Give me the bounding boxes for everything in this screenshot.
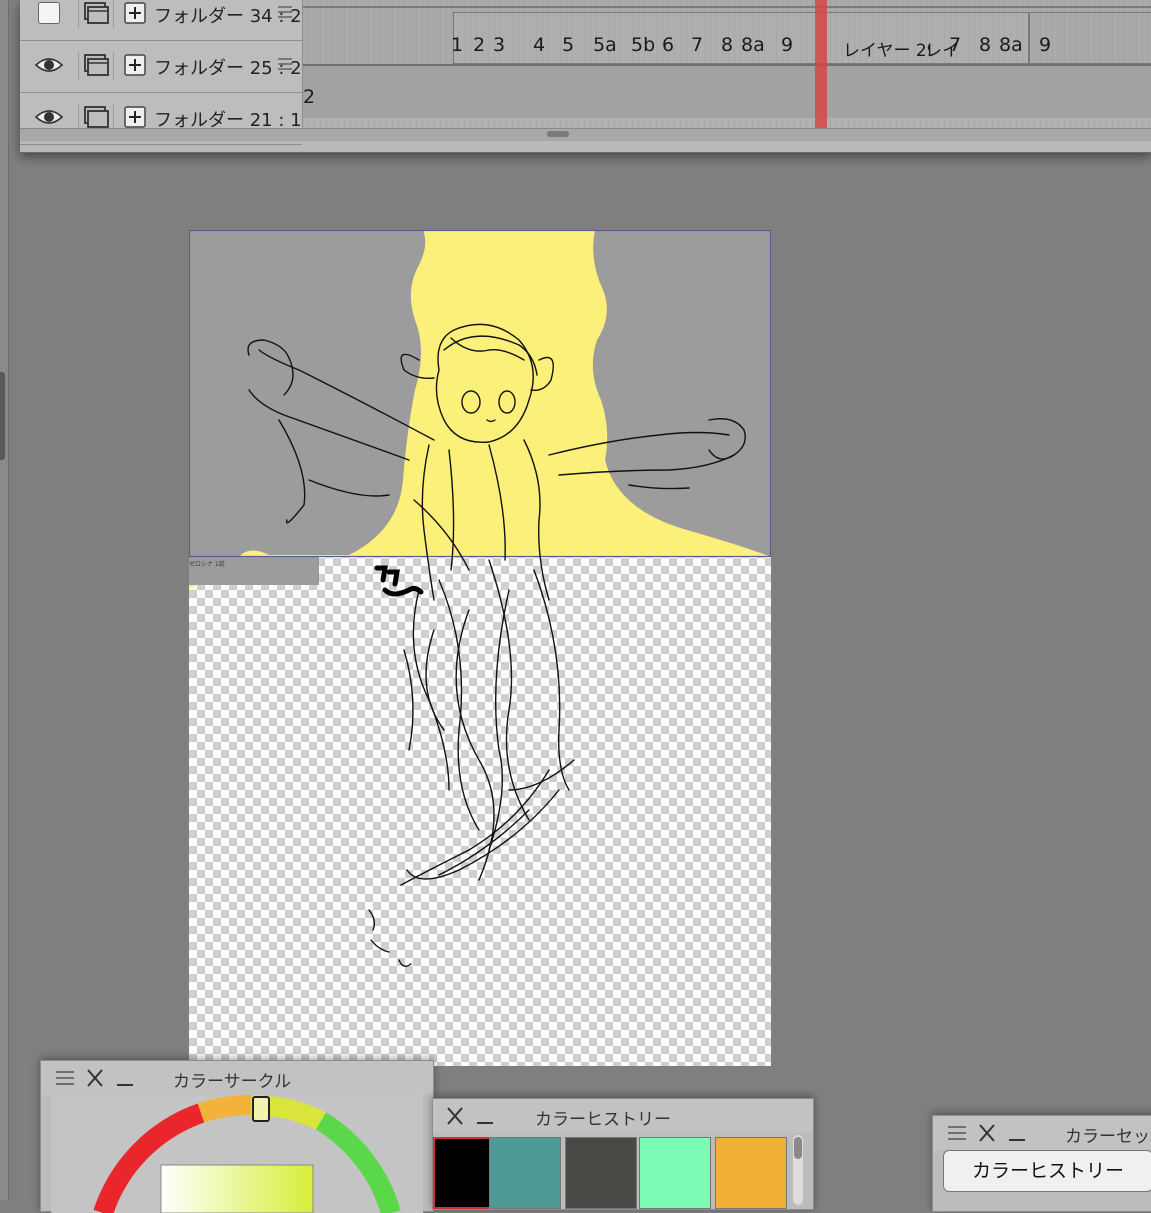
color-swatch[interactable] bbox=[715, 1137, 787, 1209]
visibility-toggle[interactable] bbox=[34, 54, 64, 76]
frame-label: 5b bbox=[631, 34, 656, 56]
left-edge-strip bbox=[0, 0, 9, 1200]
hamburger-menu-icon[interactable] bbox=[278, 56, 292, 74]
frame-label: 2 bbox=[473, 34, 486, 56]
hamburger-menu-icon[interactable] bbox=[278, 4, 292, 22]
panel-title: カラーヒストリー bbox=[535, 1110, 671, 1130]
frame-label: 4 bbox=[533, 34, 546, 56]
color-wheel[interactable] bbox=[51, 1095, 423, 1213]
expand-plus-icon[interactable] bbox=[124, 54, 146, 76]
close-icon[interactable] bbox=[85, 1069, 105, 1087]
layer-headers: フォルダー 34 : 2 フォルダー 25 : 2 フォルダー 21: 1 bbox=[20, 0, 303, 145]
frame-grid[interactable]: 1 2 3 4 5 5a 5b 6 7 8 8a 9 レイヤー 29 レイ 7 … bbox=[303, 0, 1151, 140]
hidden-checkbox-icon[interactable] bbox=[38, 2, 60, 24]
minimize-icon[interactable] bbox=[1007, 1124, 1027, 1142]
frame-label: 5 bbox=[562, 34, 575, 56]
hue-selector bbox=[252, 1096, 270, 1122]
timeline-scrollbar[interactable] bbox=[20, 128, 1151, 141]
panel-header: カラーヒストリー bbox=[433, 1099, 813, 1133]
panel-header: カラーサークル bbox=[41, 1061, 433, 1095]
panel-title: カラーセット bbox=[1065, 1127, 1151, 1147]
color-history-panel: カラーヒストリー bbox=[432, 1098, 814, 1210]
layer-row[interactable]: フォルダー 25 : 2 bbox=[20, 40, 302, 93]
color-circle-panel: カラーサークル bbox=[40, 1060, 434, 1213]
layer-row[interactable]: フォルダー 34 : 2 bbox=[20, 0, 302, 41]
minimize-icon[interactable] bbox=[115, 1069, 135, 1087]
visibility-toggle[interactable] bbox=[34, 106, 64, 128]
timeline-panel: フォルダー 34 : 2 フォルダー 25 : 2 フォルダー 21: 1 1… bbox=[20, 0, 1151, 153]
swatch-grid bbox=[433, 1137, 793, 1209]
folder-icon bbox=[78, 0, 114, 28]
hamburger-menu-icon[interactable] bbox=[947, 1124, 967, 1142]
drawing-canvas[interactable]: ゼロシナ 1話 bbox=[189, 230, 771, 1066]
artwork bbox=[189, 230, 771, 967]
color-swatch[interactable] bbox=[565, 1137, 637, 1209]
frame-label: 2 bbox=[303, 86, 316, 108]
frame-label: 8a bbox=[999, 34, 1023, 56]
frame-label: 5a bbox=[593, 34, 617, 56]
scrollbar[interactable] bbox=[793, 1135, 803, 1205]
color-set-panel: カラーセット カラーヒストリー bbox=[932, 1115, 1151, 1212]
color-set-dropdown[interactable]: カラーヒストリー bbox=[943, 1150, 1151, 1192]
close-icon[interactable] bbox=[977, 1124, 997, 1142]
bold-marks bbox=[374, 565, 424, 597]
frame-label: 8 bbox=[721, 34, 734, 56]
panel-header: カラーセット bbox=[933, 1116, 1151, 1150]
panel-title: カラーサークル bbox=[173, 1072, 292, 1092]
frame-label: レイヤー 29 bbox=[843, 41, 929, 61]
scrollbar-thumb[interactable] bbox=[547, 131, 569, 137]
frame-label: 9 bbox=[1039, 34, 1052, 56]
folder-icon bbox=[78, 52, 114, 80]
eye-icon[interactable] bbox=[34, 55, 64, 75]
expand-plus-icon[interactable] bbox=[124, 2, 146, 24]
left-edge-tab[interactable] bbox=[0, 372, 5, 460]
minimize-icon[interactable] bbox=[475, 1107, 495, 1125]
visibility-toggle[interactable] bbox=[34, 2, 64, 24]
frame-label: 8 bbox=[979, 34, 992, 56]
playhead[interactable] bbox=[815, 0, 827, 132]
color-swatch[interactable] bbox=[489, 1137, 561, 1209]
frame-label: 8a bbox=[741, 34, 765, 56]
frame-label: 7 bbox=[949, 34, 962, 56]
expand-plus-icon[interactable] bbox=[124, 106, 146, 128]
frame-label: 1 bbox=[451, 34, 464, 56]
color-swatch[interactable] bbox=[639, 1137, 711, 1209]
frame-label: 9 bbox=[781, 34, 794, 56]
frame-caption: ゼロシナ 1話 bbox=[189, 561, 225, 568]
hamburger-menu-icon[interactable] bbox=[55, 1069, 75, 1087]
scrollbar-thumb[interactable] bbox=[794, 1137, 802, 1159]
frame-label: 7 bbox=[691, 34, 704, 56]
frame-label: 6 bbox=[662, 34, 675, 56]
frame-label: 3 bbox=[493, 34, 506, 56]
close-icon[interactable] bbox=[445, 1107, 465, 1125]
eye-icon[interactable] bbox=[34, 107, 64, 127]
